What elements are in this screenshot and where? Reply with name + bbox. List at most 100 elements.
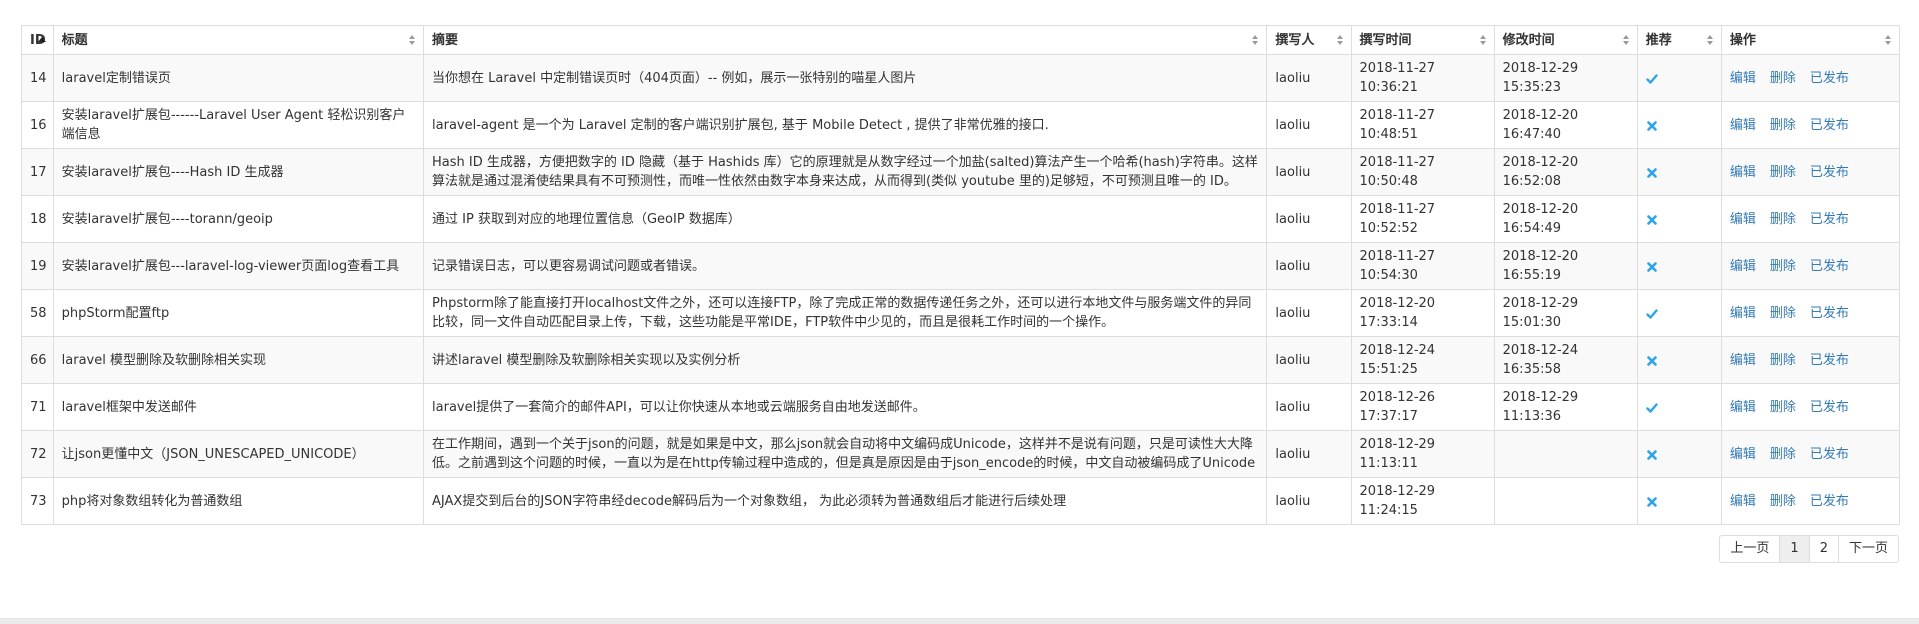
cell-created: 2018-12-29 11:13:11 xyxy=(1350,430,1495,478)
delete-link[interactable]: 删除 xyxy=(1770,118,1796,133)
publish-status-link[interactable]: 已发布 xyxy=(1810,71,1849,86)
edit-link[interactable]: 编辑 xyxy=(1730,259,1756,274)
publish-status-link[interactable]: 已发布 xyxy=(1810,353,1849,368)
cell-recommended xyxy=(1636,54,1722,102)
publish-status-link[interactable]: 已发布 xyxy=(1810,447,1849,462)
cell-recommended xyxy=(1636,430,1722,478)
pagination: 上一页 1 2 下一页 xyxy=(1719,535,1899,563)
cell-modified: 2018-12-20 16:55:19 xyxy=(1493,242,1638,290)
cell-summary: laravel-agent 是一个为 Laravel 定制的客户端识别扩展包, … xyxy=(423,101,1268,149)
delete-link[interactable]: 删除 xyxy=(1770,212,1796,227)
delete-link[interactable]: 删除 xyxy=(1770,494,1796,509)
cell-summary: 记录错误日志，可以更容易调试问题或者错误。 xyxy=(423,242,1268,290)
cell-modified xyxy=(1493,430,1638,478)
pagination-page-2[interactable]: 2 xyxy=(1808,535,1839,563)
header-recommended[interactable]: 推荐 xyxy=(1636,25,1722,55)
cell-id: 14 xyxy=(21,54,54,102)
cell-modified: 2018-12-20 16:47:40 xyxy=(1493,101,1638,149)
cell-created: 2018-11-27 10:54:30 xyxy=(1350,242,1495,290)
cell-title: 安装laravel扩展包------Laravel User Agent 轻松识… xyxy=(52,101,425,149)
pagination-page-1[interactable]: 1 xyxy=(1779,535,1810,563)
sort-asc-icon xyxy=(37,33,47,47)
publish-status-link[interactable]: 已发布 xyxy=(1810,259,1849,274)
cell-created: 2018-11-27 10:36:21 xyxy=(1350,54,1495,102)
cell-author: laoliu xyxy=(1266,195,1352,243)
header-actions[interactable]: 操作 xyxy=(1720,25,1901,55)
check-icon xyxy=(1646,307,1658,319)
cell-recommended xyxy=(1636,242,1722,290)
table-row: 18 安装laravel扩展包----torann/geoip 通过 IP 获取到对… xyxy=(21,195,1901,243)
cell-author: laoliu xyxy=(1266,477,1352,525)
cell-title: laravel框架中发送邮件 xyxy=(52,383,425,431)
table-header-row: ID 标题 摘要 撰写人 撰写时间 修改时间 推荐 操作 xyxy=(21,25,1901,55)
cell-id: 18 xyxy=(21,195,54,243)
edit-link[interactable]: 编辑 xyxy=(1730,353,1756,368)
cell-recommended xyxy=(1636,383,1722,431)
edit-link[interactable]: 编辑 xyxy=(1730,447,1756,462)
header-modified[interactable]: 修改时间 xyxy=(1493,25,1638,55)
table-row: 16 安装laravel扩展包------Laravel User Agent 轻… xyxy=(21,101,1901,149)
edit-link[interactable]: 编辑 xyxy=(1730,400,1756,415)
edit-link[interactable]: 编辑 xyxy=(1730,306,1756,321)
header-title-label: 标题 xyxy=(61,32,88,48)
table-row: 72 让json更懂中文（JSON_UNESCAPED_UNICODE） 在工作期间… xyxy=(21,430,1901,478)
sort-both-icon xyxy=(1478,33,1488,47)
cell-summary: Phpstorm除了能直接打开localhost文件之外，还可以连接FTP，除了… xyxy=(423,289,1268,337)
cross-icon xyxy=(1646,354,1658,366)
cell-title: 安装laravel扩展包----torann/geoip xyxy=(52,195,425,243)
cross-icon xyxy=(1646,119,1658,131)
header-title[interactable]: 标题 xyxy=(52,25,425,55)
publish-status-link[interactable]: 已发布 xyxy=(1810,306,1849,321)
pagination-next-button[interactable]: 下一页 xyxy=(1837,535,1899,563)
edit-link[interactable]: 编辑 xyxy=(1730,118,1756,133)
cell-modified xyxy=(1493,477,1638,525)
content-panel: ID 标题 摘要 撰写人 撰写时间 修改时间 推荐 操作 14 laravel定… xyxy=(0,0,1919,619)
header-id[interactable]: ID xyxy=(21,25,54,55)
cell-summary: 通过 IP 获取到对应的地理位置信息（GeoIP 数据库） xyxy=(423,195,1268,243)
cell-summary: laravel提供了一套简介的邮件API，可以让你快速从本地或云端服务自由地发送… xyxy=(423,383,1268,431)
header-summary[interactable]: 摘要 xyxy=(423,25,1268,55)
delete-link[interactable]: 删除 xyxy=(1770,353,1796,368)
check-icon xyxy=(1646,72,1658,84)
publish-status-link[interactable]: 已发布 xyxy=(1810,494,1849,509)
cross-icon xyxy=(1646,213,1658,225)
cell-actions: 编辑 删除 已发布 xyxy=(1720,101,1901,149)
cell-id: 72 xyxy=(21,430,54,478)
cell-author: laoliu xyxy=(1266,54,1352,102)
publish-status-link[interactable]: 已发布 xyxy=(1810,118,1849,133)
header-author[interactable]: 撰写人 xyxy=(1266,25,1352,55)
cell-modified: 2018-12-29 11:13:36 xyxy=(1493,383,1638,431)
delete-link[interactable]: 删除 xyxy=(1770,71,1796,86)
sort-both-icon xyxy=(1250,33,1260,47)
cell-created: 2018-12-26 17:37:17 xyxy=(1350,383,1495,431)
delete-link[interactable]: 删除 xyxy=(1770,165,1796,180)
cell-modified: 2018-12-20 16:54:49 xyxy=(1493,195,1638,243)
cell-actions: 编辑 删除 已发布 xyxy=(1720,54,1901,102)
table-row: 17 安装laravel扩展包----Hash ID 生成器 Hash ID 生成器… xyxy=(21,148,1901,196)
edit-link[interactable]: 编辑 xyxy=(1730,494,1756,509)
delete-link[interactable]: 删除 xyxy=(1770,259,1796,274)
cell-title: 安装laravel扩展包---laravel-log-viewer页面log查看… xyxy=(52,242,425,290)
delete-link[interactable]: 删除 xyxy=(1770,400,1796,415)
delete-link[interactable]: 删除 xyxy=(1770,447,1796,462)
cell-created: 2018-12-20 17:33:14 xyxy=(1350,289,1495,337)
cell-actions: 编辑 删除 已发布 xyxy=(1720,336,1901,384)
header-author-label: 撰写人 xyxy=(1275,32,1315,48)
delete-link[interactable]: 删除 xyxy=(1770,306,1796,321)
cell-created: 2018-12-24 15:51:25 xyxy=(1350,336,1495,384)
cell-actions: 编辑 删除 已发布 xyxy=(1720,148,1901,196)
edit-link[interactable]: 编辑 xyxy=(1730,71,1756,86)
publish-status-link[interactable]: 已发布 xyxy=(1810,212,1849,227)
edit-link[interactable]: 编辑 xyxy=(1730,212,1756,227)
cell-author: laoliu xyxy=(1266,242,1352,290)
header-created[interactable]: 撰写时间 xyxy=(1350,25,1495,55)
cell-title: 让json更懂中文（JSON_UNESCAPED_UNICODE） xyxy=(52,430,425,478)
cell-author: laoliu xyxy=(1266,383,1352,431)
pagination-prev-button[interactable]: 上一页 xyxy=(1719,535,1781,563)
cell-recommended xyxy=(1636,195,1722,243)
publish-status-link[interactable]: 已发布 xyxy=(1810,400,1849,415)
cell-recommended xyxy=(1636,477,1722,525)
publish-status-link[interactable]: 已发布 xyxy=(1810,165,1849,180)
edit-link[interactable]: 编辑 xyxy=(1730,165,1756,180)
sort-both-icon xyxy=(407,33,417,47)
